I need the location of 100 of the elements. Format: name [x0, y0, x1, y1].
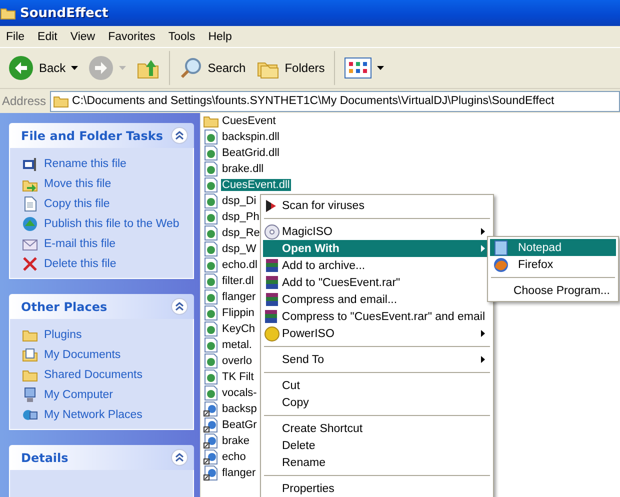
- panel-title: Details: [21, 450, 68, 464]
- file-name[interactable]: KeyCh: [221, 323, 256, 335]
- window-title: SoundEffect: [20, 6, 108, 20]
- book-stack-icon: [264, 292, 280, 308]
- file-name[interactable]: CuesEvent: [221, 115, 277, 127]
- file-name[interactable]: BeatGr: [221, 419, 258, 431]
- dll-file-icon: [203, 225, 219, 241]
- book-stack-icon: [264, 274, 280, 290]
- search-button[interactable]: Search: [174, 54, 250, 82]
- menu-item[interactable]: Create Shortcut: [263, 420, 491, 437]
- globe-fox-icon: [493, 256, 509, 272]
- file-name[interactable]: echo.dl: [221, 259, 258, 271]
- file-name[interactable]: brake: [221, 435, 251, 447]
- task-link[interactable]: My Documents: [44, 349, 121, 361]
- menu-item[interactable]: PowerISO: [263, 325, 491, 342]
- menu-item[interactable]: Compress and email...: [263, 291, 491, 308]
- task-link[interactable]: E-mail this file: [44, 238, 116, 250]
- file-name[interactable]: backsp: [221, 403, 258, 415]
- double-up-chevron-icon: [175, 302, 184, 311]
- task-link[interactable]: Plugins: [44, 329, 82, 341]
- file-name[interactable]: dsp_Di: [221, 195, 258, 207]
- panel-title: Other Places: [21, 300, 108, 314]
- menu-item[interactable]: Add to "CuesEvent.rar": [263, 274, 491, 291]
- file-name[interactable]: echo: [221, 451, 247, 463]
- file-name[interactable]: dsp_Ph: [221, 211, 260, 223]
- dll-file-icon: [203, 257, 219, 273]
- menu-item[interactable]: MagicISO: [263, 223, 491, 240]
- file-name[interactable]: metal.: [221, 339, 253, 351]
- caret-icon: [118, 66, 126, 70]
- file-name[interactable]: flanger: [221, 291, 257, 303]
- menu-item[interactable]: Tools: [162, 30, 202, 42]
- task-link[interactable]: My Computer: [44, 389, 114, 401]
- file-name[interactable]: Flippin: [221, 307, 256, 319]
- task-link[interactable]: Shared Documents: [44, 369, 142, 381]
- task-link[interactable]: Rename this file: [44, 158, 126, 170]
- menu-item[interactable]: Help: [202, 30, 239, 42]
- dll-file-icon: [203, 177, 219, 193]
- double-up-chevron-icon: [175, 453, 184, 462]
- file-name[interactable]: dsp_Re: [221, 227, 261, 239]
- notepad-icon: [493, 240, 509, 256]
- coin-icon: [264, 326, 280, 342]
- rename-icon: [22, 156, 38, 172]
- views-grid-icon: [344, 57, 372, 79]
- menu-item[interactable]: Properties: [263, 480, 491, 497]
- file-name[interactable]: overlo: [221, 355, 253, 367]
- dll-file-icon: [203, 385, 219, 401]
- book-stack-icon: [263, 308, 280, 324]
- collapse-button[interactable]: [171, 298, 188, 315]
- book-stack-icon: [264, 258, 280, 274]
- task-link[interactable]: Publish this file to the Web: [44, 218, 180, 230]
- back-button[interactable]: Back: [4, 53, 82, 83]
- menu-item[interactable]: Firefox: [490, 256, 616, 273]
- menu-item[interactable]: Copy: [263, 394, 491, 411]
- menu-item[interactable]: Add to archive...: [263, 257, 491, 274]
- menu-item[interactable]: Cut: [263, 377, 491, 394]
- task-link[interactable]: Copy this file: [44, 198, 110, 210]
- submenu-arrow-icon: [481, 228, 485, 235]
- task-link[interactable]: Delete this file: [44, 258, 116, 270]
- file-name[interactable]: dsp_W: [221, 243, 258, 255]
- menu-item[interactable]: Edit: [32, 30, 64, 42]
- file-name[interactable]: brake.dll: [221, 163, 265, 175]
- task-link[interactable]: Move this file: [44, 178, 112, 190]
- menu-item[interactable]: Send To: [263, 351, 491, 368]
- submenu-arrow-icon: [481, 245, 485, 252]
- address-label: Address: [2, 94, 46, 108]
- submenu-arrow-icon: [481, 330, 485, 337]
- dll-file-icon: [203, 145, 219, 161]
- dll-file-icon: [203, 305, 219, 321]
- collapse-button[interactable]: [171, 449, 188, 466]
- menu-item[interactable]: View: [64, 30, 102, 42]
- folders-button[interactable]: Folders: [252, 54, 329, 82]
- documents-folder-icon: [22, 347, 38, 363]
- file-name[interactable]: TK Filt: [221, 371, 255, 383]
- shortcut-file-icon: [203, 449, 219, 465]
- dll-file-icon: [203, 353, 219, 369]
- dll-file-icon: [203, 193, 219, 209]
- menu-item[interactable]: Notepad: [490, 239, 616, 256]
- menu-item[interactable]: Delete: [263, 437, 491, 454]
- menu-item[interactable]: Choose Program...: [490, 282, 616, 299]
- menu-item[interactable]: Compress to "CuesEvent.rar" and email: [263, 308, 491, 325]
- double-up-chevron-icon: [175, 131, 184, 140]
- task-link[interactable]: My Network Places: [44, 409, 142, 421]
- file-name[interactable]: filter.dl: [221, 275, 255, 287]
- menu-item[interactable]: Scan for viruses: [263, 197, 491, 214]
- collapse-button[interactable]: [171, 127, 188, 144]
- menu-item[interactable]: File: [0, 30, 32, 42]
- file-name[interactable]: BeatGrid.dll: [221, 147, 280, 159]
- file-name[interactable]: backspin.dll: [221, 131, 280, 143]
- shortcut-file-icon: [203, 433, 219, 449]
- file-name[interactable]: flanger: [221, 467, 257, 479]
- menu-item[interactable]: Favorites: [102, 30, 162, 42]
- disc-icon: [264, 224, 280, 240]
- file-name[interactable]: CuesEvent.dll: [221, 179, 291, 191]
- address-field[interactable]: C:\Documents and Settings\founts.SYNTHET1C\My Documents\VirtualDJ\Plugins\SoundEffect: [50, 90, 620, 112]
- search-icon: [178, 56, 203, 80]
- menu-item[interactable]: Rename: [263, 454, 491, 471]
- file-name[interactable]: vocals-: [221, 387, 258, 399]
- submenu-arrow-icon: [481, 356, 485, 363]
- dll-file-icon: [203, 161, 219, 177]
- computer-icon: [22, 387, 38, 403]
